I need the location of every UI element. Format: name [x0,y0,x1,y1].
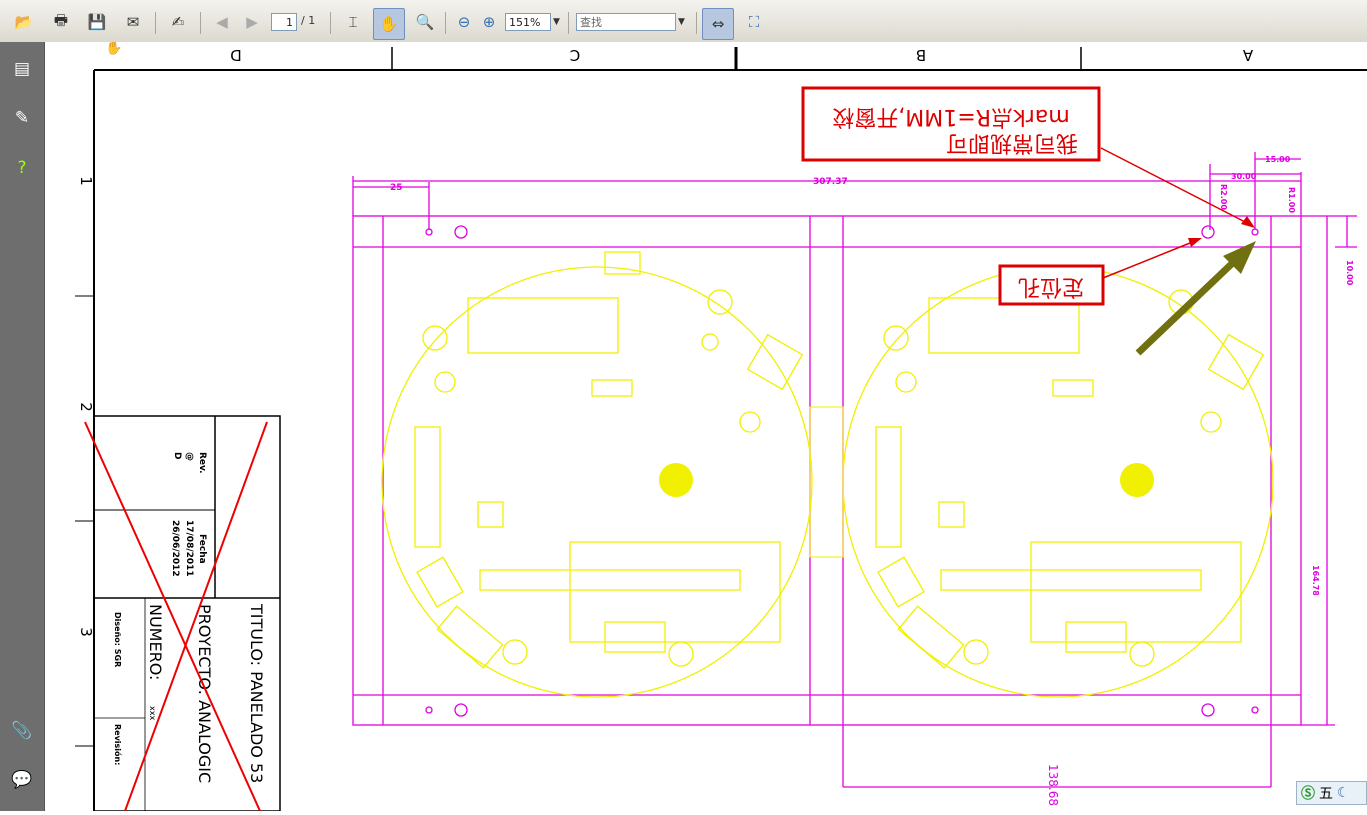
toolbar-divider [330,12,331,34]
sign-icon[interactable]: ✍ [166,10,190,34]
toolbar-divider [155,12,156,34]
zoom-tool-icon[interactable]: 🔍 [413,10,437,34]
proyecto-text: PROYECTO: ANALOGIC [195,604,214,783]
radius-label: R2.00 [1219,184,1228,210]
mark-annotation: mark点R=1MM,开窗校 我司常规即可 [801,86,1101,162]
ime-tray[interactable]: Ⓢ 五 ☾ [1296,781,1367,805]
toolbar: 📂 🖶 💾 ✉ ✍ ◀ ▶ 1 / 1 ⌶ ✋ 🔍 ⊖ ⊕ 151% ▼ 查找 … [0,0,1367,43]
hand-cursor-icon: ✋ [105,42,122,56]
zoom-dropdown-icon[interactable]: ▼ [553,17,560,27]
hole-annotation: 定位孔 [998,264,1105,306]
prev-page-icon[interactable]: ◀ [210,10,234,34]
pcb-board-right [842,266,1274,698]
hole-annotation-text: 定位孔 [1018,274,1084,299]
hand-tool-icon[interactable]: ✋ [373,8,405,40]
ime-mode-label[interactable]: 五 [1319,783,1333,803]
dimension-label: 15.00 [1265,155,1291,164]
titulo-text: TITULO: PANELADO 53 [247,603,266,783]
revision-label: Revisión: [113,724,123,765]
dimension-label: 25 [390,183,403,193]
comments-icon[interactable]: 💬 [9,767,35,793]
email-icon[interactable]: ✉ [121,10,145,34]
dimension-label: 164.78 [1311,565,1320,596]
bookmarks-icon[interactable]: ▤ [9,56,35,82]
dimension-label: 30.00 [1231,172,1257,181]
pcb-drawing: D C B A 1 2 3 ✋ Rev. @ D Fecha 17/08/201… [75,39,1367,812]
help-icon[interactable]: ? [9,155,35,181]
row-label: 3 [77,627,95,637]
dimension-label: 10.00 [1345,260,1354,286]
search-dropdown-icon[interactable]: ▼ [678,17,685,27]
board-bridge [809,406,844,558]
dimension-label: 138.68 [1046,764,1060,806]
mark-annotation-line2: 我司常规即可 [946,130,1078,155]
moon-icon[interactable]: ☾ [1337,785,1350,801]
column-label: D [230,46,242,64]
column-label: C [570,46,580,64]
row-label: 2 [77,402,95,412]
search-input[interactable]: 查找 [576,13,676,31]
zoom-out-icon[interactable]: ⊖ [452,10,476,34]
rev-label: Rev. [197,452,207,474]
toolbar-divider [445,12,446,34]
zoom-level-field[interactable]: 151% [505,13,551,31]
toolbar-divider [696,12,697,34]
radius-label: R1.00 [1287,187,1296,213]
fecha-value: 17/08/2011 [184,520,194,577]
attachments-icon[interactable]: 📎 [9,718,35,744]
numero-label: NUMERO: [146,604,165,680]
diseno-text: Diseño: SGR [113,612,122,667]
zoom-in-icon[interactable]: ⊕ [477,10,501,34]
title-block: Rev. @ D Fecha 17/08/2011 26/06/2012 TIT… [84,415,281,812]
document-view[interactable]: D C B A 1 2 3 ✋ Rev. @ D Fecha 17/08/201… [45,39,1367,812]
pcb-component-large-pad [1120,463,1154,497]
pcb-board-left [381,251,813,698]
print-icon[interactable]: 🖶 [49,10,73,34]
page-number-input[interactable]: 1 [271,13,297,31]
page-total: / 1 [301,14,316,27]
fecha-value: 26/06/2012 [170,520,180,577]
column-label: A [1242,46,1253,64]
dimension-label: 307.37 [813,177,848,187]
toolbar-divider [200,12,201,34]
next-page-icon[interactable]: ▶ [240,10,264,34]
mark-annotation-line1: mark点R=1MM,开窗校 [832,104,1069,129]
rev-value: D [172,452,182,459]
column-label: B [916,46,926,64]
sogou-icon[interactable]: Ⓢ [1301,783,1315,803]
rev-value: @ [184,452,194,461]
save-icon[interactable]: 💾 [85,10,109,34]
panel-outline [352,152,1357,788]
signatures-icon[interactable]: ✎ [9,105,35,131]
navigation-panel: ▤ ✎ ? 📎 💬 [0,42,45,811]
fit-width-icon[interactable]: ⇔ [702,8,734,40]
pcb-component-large-pad [659,463,693,497]
row-label: 1 [77,176,95,186]
select-tool-icon[interactable]: ⌶ [341,10,365,34]
open-folder-icon[interactable]: 📂 [12,10,36,34]
fit-page-icon[interactable]: ⛶ [742,10,766,34]
fecha-label: Fecha [197,534,207,564]
toolbar-divider [568,12,569,34]
numero-value: xxx [148,706,157,720]
